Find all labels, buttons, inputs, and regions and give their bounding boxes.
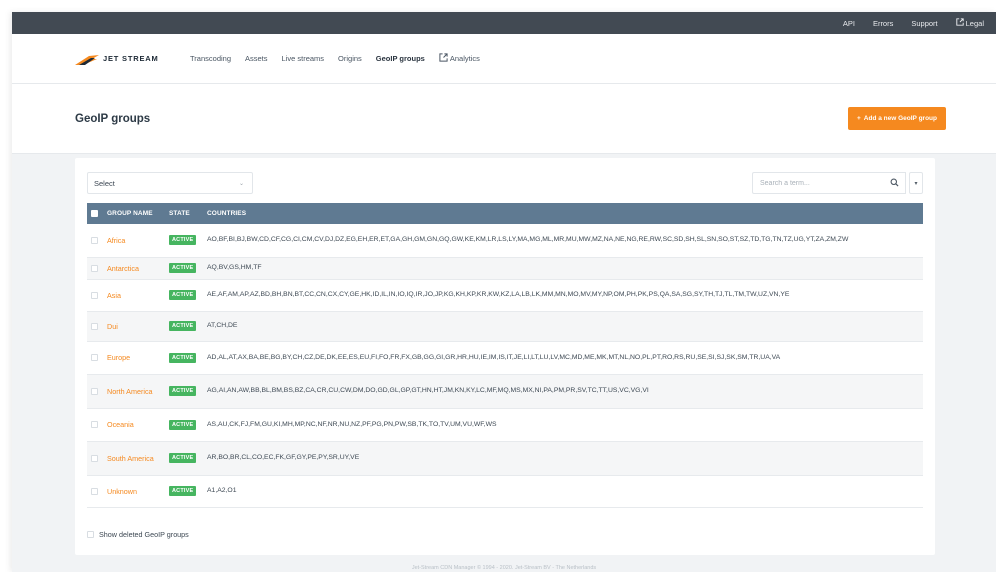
add-geoip-group-button[interactable]: + Add a new GeoIP group [848,107,946,130]
row-checkbox[interactable] [91,487,98,495]
search-group: ▾ [752,172,923,194]
bulk-action-select[interactable]: Select ⌄ [87,172,253,194]
column-header-state[interactable]: STATE [165,203,203,224]
plus-icon: + [857,115,861,122]
main-navbar: JET STREAM Transcoding Assets Live strea… [12,34,996,84]
group-name-link[interactable]: South America [107,453,161,464]
topbar-link-support[interactable]: Support [911,19,937,28]
status-badge: ACTIVE [169,453,197,463]
brand-wordmark: JET STREAM [103,54,159,63]
table-row: Unknown ACTIVE A1,A2,O1 [87,475,923,507]
nav-item-transcoding[interactable]: Transcoding [190,54,231,63]
status-badge: ACTIVE [169,386,197,396]
caret-down-icon: ▾ [914,180,918,187]
group-name-link[interactable]: Africa [107,235,161,246]
row-checkbox[interactable] [91,264,98,272]
search-options-dropdown[interactable]: ▾ [909,172,923,194]
countries-list: AR,BO,BR,CL,CO,EC,FK,GF,GY,PE,PY,SR,UY,V… [207,454,360,461]
group-name-link[interactable]: Unknown [107,486,161,497]
countries-list: AO,BF,BI,BJ,BW,CD,CF,CG,CI,CM,CV,DJ,DZ,E… [207,236,849,244]
table-row: Africa ACTIVE AO,BF,BI,BJ,BW,CD,CF,CG,CI… [87,224,923,257]
countries-list: AT,CH,DE [207,322,238,329]
countries-list: AQ,BV,GS,HM,TF [207,264,262,271]
select-all-checkbox[interactable] [91,210,98,217]
group-name-link[interactable]: Dui [107,321,161,332]
status-badge: ACTIVE [169,352,197,363]
search-button[interactable] [884,172,906,194]
search-icon [890,174,899,192]
table-row: Antarctica ACTIVE AQ,BV,GS,HM,TF [87,257,923,279]
table-row: Europe ACTIVE AD,AL,AT,AX,BA,BE,BG,BY,CH… [87,341,923,374]
countries-list: AE,AF,AM,AP,AZ,BD,BH,BN,BT,CC,CN,CX,CY,G… [207,291,790,298]
row-checkbox[interactable] [91,236,98,244]
countries-list: AD,AL,AT,AX,BA,BE,BG,BY,CH,CZ,DE,DK,EE,E… [207,353,781,361]
countries-list: A1,A2,O1 [207,487,237,494]
table-row: Dui ACTIVE AT,CH,DE [87,311,923,341]
geoip-groups-table: GROUP NAME STATE COUNTRIES Africa ACTIVE… [87,203,923,508]
page-header: GeoIP groups + Add a new GeoIP group [12,84,996,154]
search-input[interactable] [752,172,884,194]
table-header-row: GROUP NAME STATE COUNTRIES [87,203,923,224]
table-row: South America ACTIVE AR,BO,BR,CL,CO,EC,F… [87,441,923,475]
table-row: Asia ACTIVE AE,AF,AM,AP,AZ,BD,BH,BN,BT,C… [87,279,923,311]
status-badge: ACTIVE [169,419,197,430]
nav-item-origins[interactable]: Origins [338,54,362,63]
status-badge: ACTIVE [169,290,197,300]
external-link-icon [439,53,448,64]
row-checkbox[interactable] [91,354,98,361]
topbar-link-errors[interactable]: Errors [873,19,893,28]
table-row: Oceania ACTIVE AS,AU,CK,FJ,FM,GU,KI,MH,M… [87,408,923,441]
row-checkbox[interactable] [91,322,98,330]
topbar-link-legal[interactable]: Legal [955,18,984,28]
group-name-link[interactable]: North America [107,386,161,397]
filter-bar: Select ⌄ ▾ [87,172,923,194]
status-badge: ACTIVE [169,486,197,496]
show-deleted-label: Show deleted GeoIP groups [99,530,189,539]
brand-logo[interactable]: JET STREAM [75,53,185,65]
nav-item-analytics[interactable]: Analytics [439,53,480,64]
external-link-icon [955,18,964,28]
app-window: API Errors Support Legal JET STREAM Tran… [12,12,996,572]
group-name-link[interactable]: Oceania [107,419,161,430]
row-checkbox[interactable] [91,454,98,462]
chevron-down-icon: ⌄ [238,180,244,187]
status-badge: ACTIVE [169,321,197,331]
topbar-link-api[interactable]: API [843,19,855,28]
group-name-link[interactable]: Antarctica [107,263,161,274]
primary-nav: Transcoding Assets Live streams Origins … [190,53,480,64]
legal-label: Legal [965,18,984,28]
countries-list: AG,AI,AN,AW,BB,BL,BM,BS,BZ,CA,CR,CU,CW,D… [207,387,649,394]
row-checkbox[interactable] [91,387,98,395]
show-deleted-toggle[interactable]: Show deleted GeoIP groups [87,530,189,539]
nav-item-assets[interactable]: Assets [245,54,268,63]
top-utility-bar: API Errors Support Legal [12,12,996,34]
group-name-link[interactable]: Europe [107,352,161,363]
nav-item-live-streams[interactable]: Live streams [282,54,325,63]
group-name-link[interactable]: Asia [107,290,161,301]
row-checkbox[interactable] [91,421,98,428]
select-value: Select [94,178,115,188]
countries-list: AS,AU,CK,FJ,FM,GU,KI,MH,MP,NC,NF,NR,NU,N… [207,420,497,428]
add-button-label: Add a new GeoIP group [863,115,937,122]
status-badge: ACTIVE [169,263,197,273]
column-header-countries[interactable]: COUNTRIES [203,203,923,224]
column-header-group-name[interactable]: GROUP NAME [103,203,165,224]
table-row: North America ACTIVE AG,AI,AN,AW,BB,BL,B… [87,374,923,408]
status-badge: ACTIVE [169,235,197,246]
geoip-groups-card: Select ⌄ ▾ GROUP NAME S [75,158,935,555]
footer-copyright: Jet-Stream CDN Manager © 1994 - 2020. Je… [411,565,597,571]
row-checkbox[interactable] [91,291,98,299]
jetstream-logo-icon [75,53,99,65]
page-title: GeoIP groups [75,112,151,125]
analytics-label: Analytics [449,54,480,63]
show-deleted-checkbox[interactable] [87,531,94,538]
nav-item-geoip-groups[interactable]: GeoIP groups [376,54,425,63]
